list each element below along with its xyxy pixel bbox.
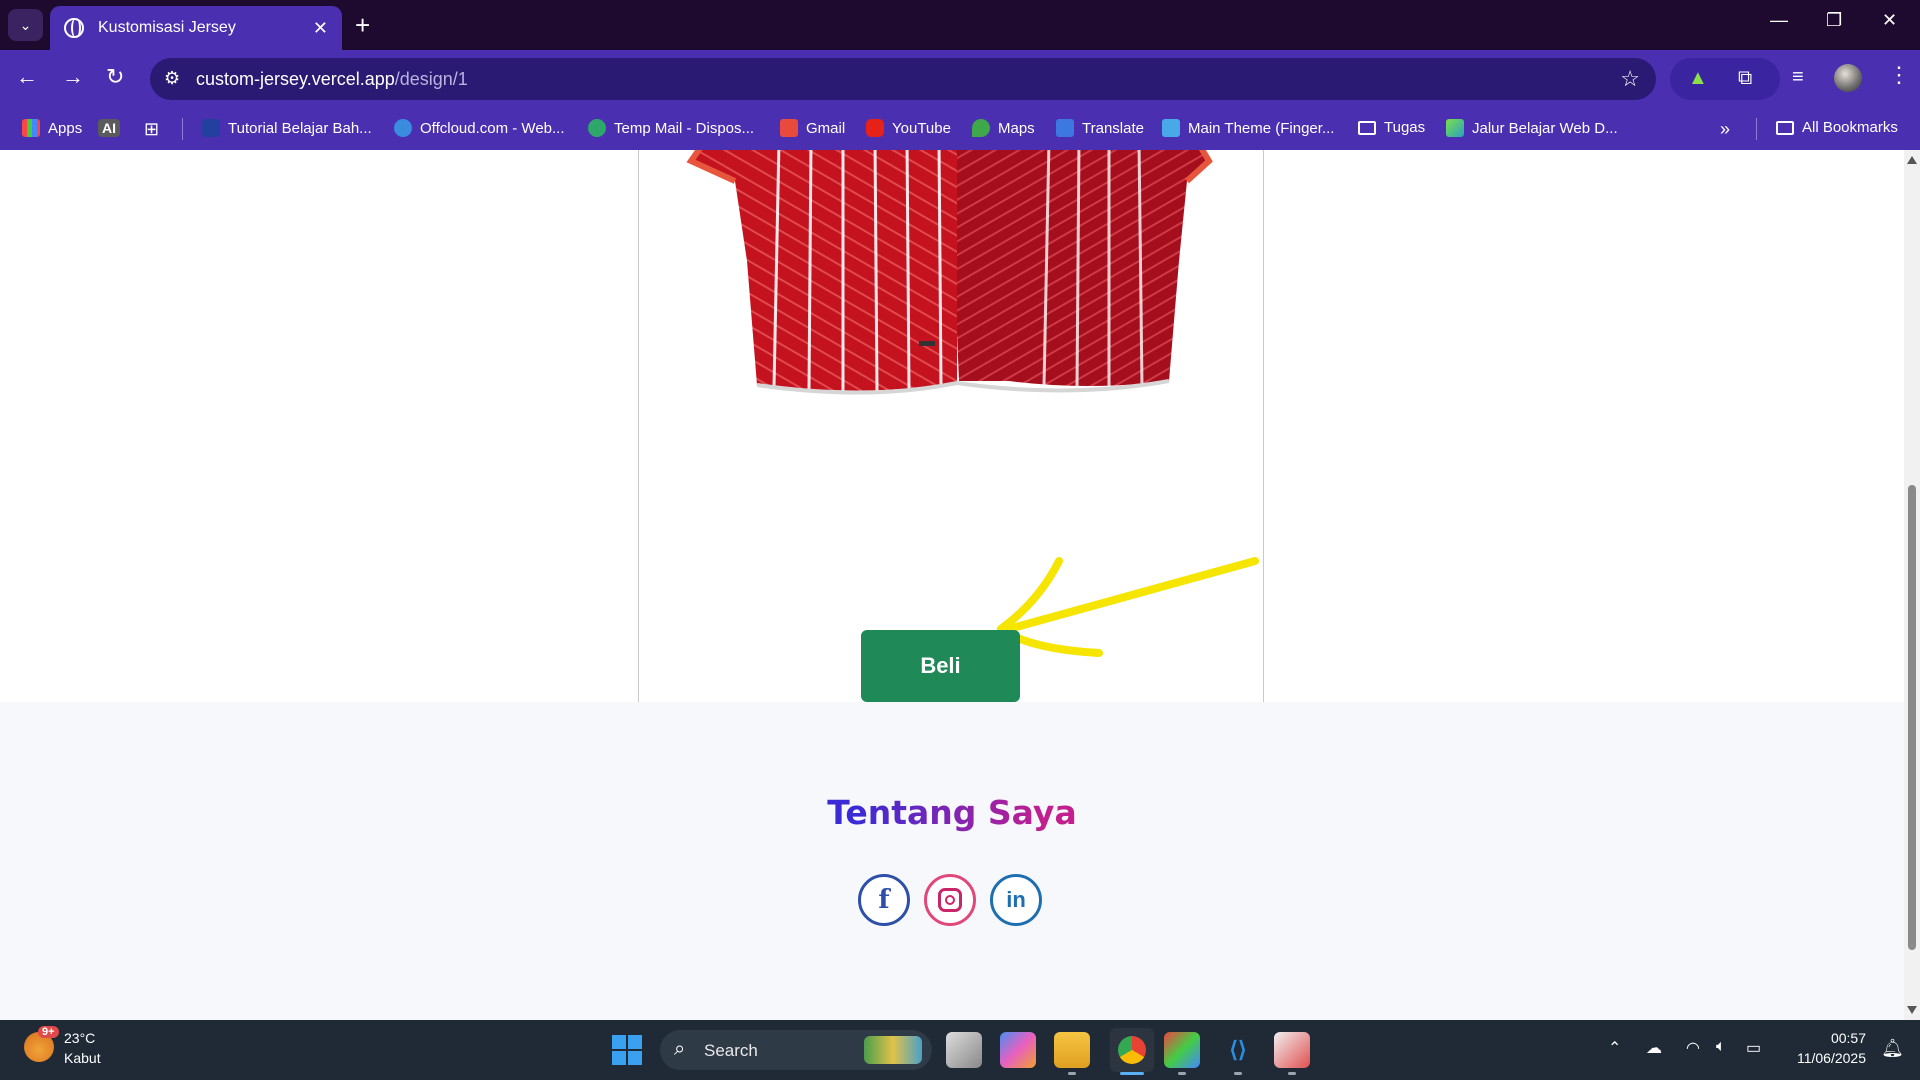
bookmark-tugas[interactable]: Tugas (1358, 119, 1425, 136)
show-hidden-icons[interactable]: ⌃ (1608, 1038, 1621, 1058)
weather-badge: 9+ (38, 1026, 59, 1038)
bookmarks-overflow[interactable]: » (1720, 119, 1730, 140)
reload-button[interactable]: ↻ (106, 64, 124, 90)
tempmail-icon (588, 119, 606, 137)
search-label: Search (704, 1041, 758, 1060)
maps-icon (972, 119, 990, 137)
copilot-icon[interactable] (1000, 1032, 1036, 1068)
restore-button[interactable]: ❐ (1826, 10, 1842, 31)
extensions-group: ▲ ⧉ (1670, 58, 1780, 100)
tab-title: Kustomisasi Jersey (98, 19, 236, 36)
wifi-icon[interactable]: ◠ (1686, 1038, 1700, 1058)
bookmark-gmail[interactable]: Gmail (780, 119, 845, 137)
running-indicator (1068, 1072, 1076, 1075)
scrollbar-thumb[interactable] (1908, 485, 1916, 950)
apps-grid-icon (22, 119, 40, 137)
gmail-icon (780, 119, 798, 137)
notification-bell-icon[interactable]: 🔔︎ (1881, 1038, 1904, 1059)
scroll-up-icon[interactable] (1907, 156, 1917, 164)
onedrive-icon[interactable]: ☁ (1646, 1038, 1662, 1058)
search-highlight-image (864, 1036, 922, 1064)
back-button[interactable]: ← (16, 64, 38, 90)
forward-button[interactable]: → (62, 64, 84, 90)
close-window-button[interactable]: ✕ (1882, 10, 1897, 31)
tab-search-button[interactable]: ⌄ (8, 9, 43, 41)
bookmark-youtube[interactable]: YouTube (866, 119, 951, 137)
footer: Tentang Saya f in (0, 702, 1904, 1020)
running-indicator (1178, 1072, 1186, 1075)
extensions-icon[interactable]: ⧉ (1738, 67, 1752, 90)
translate-icon (1056, 119, 1074, 137)
tab-strip: ⌄ Kustomisasi Jersey ✕ + — ❐ ✕ (0, 0, 1920, 50)
bookmark-tutorial[interactable]: Tutorial Belajar Bah... (202, 119, 372, 137)
minimize-button[interactable]: — (1770, 10, 1788, 31)
bookmark-star-icon[interactable]: ☆ (1620, 66, 1640, 92)
bookmark-jalur-belajar[interactable]: Jalur Belajar Web D... (1446, 119, 1618, 137)
folder-icon (1358, 120, 1376, 135)
media-control-icon[interactable]: ≡ (1792, 66, 1804, 89)
vscode-icon[interactable]: ⟨⟩ (1220, 1032, 1256, 1068)
facebook-icon[interactable]: f (858, 874, 910, 926)
browser-toolbar: ← → ↻ ⚙ custom-jersey.vercel.app/design/… (0, 50, 1920, 108)
bookmark-maps[interactable]: Maps (972, 119, 1035, 137)
address-bar[interactable]: ⚙ custom-jersey.vercel.app/design/1 ☆ (150, 58, 1656, 100)
divider (1756, 118, 1757, 140)
linkedin-icon[interactable]: in (990, 874, 1042, 926)
page-viewport: Beli Tentang Saya f in (0, 150, 1904, 1020)
snipping-tool-icon[interactable] (1274, 1032, 1310, 1068)
weather-description[interactable]: Kabut (64, 1050, 101, 1066)
git-app-icon[interactable] (1164, 1032, 1200, 1068)
site-icon (1446, 119, 1464, 137)
chrome-taskbar-button[interactable] (1110, 1028, 1154, 1072)
menu-kebab-icon[interactable]: ⋮ (1888, 62, 1910, 88)
site-info-icon[interactable]: ⚙ (164, 68, 180, 89)
bookmark-main-theme[interactable]: Main Theme (Finger... (1162, 119, 1334, 137)
running-indicator (1234, 1072, 1242, 1075)
divider (182, 118, 183, 140)
volume-icon[interactable]: 🔈︎ (1716, 1038, 1726, 1056)
url-text[interactable]: custom-jersey.vercel.app/design/1 (196, 69, 468, 90)
bookmark-offcloud[interactable]: Offcloud.com - Web... (394, 119, 565, 137)
taskbar: 9+ 23°C Kabut ⌕ Search ⟨⟩ ⌃ ☁ ◠ 🔈︎ ▭ 00:… (0, 1020, 1920, 1080)
weather-temperature[interactable]: 23°C (64, 1030, 95, 1046)
site-icon (202, 119, 220, 137)
offcloud-icon (394, 119, 412, 137)
bookmark-apps[interactable]: Apps (22, 119, 82, 137)
profile-avatar[interactable] (1834, 64, 1862, 92)
task-view-icon[interactable] (946, 1032, 982, 1068)
page-scrollbar[interactable] (1904, 150, 1920, 1020)
all-bookmarks[interactable]: All Bookmarks (1776, 119, 1898, 136)
new-tab-button[interactable]: + (355, 10, 370, 41)
bookmark-translate[interactable]: Translate (1056, 119, 1144, 137)
tab-active[interactable]: Kustomisasi Jersey ✕ (50, 6, 342, 50)
footer-title: Tentang Saya (0, 793, 1904, 832)
close-tab-icon[interactable]: ✕ (313, 18, 328, 39)
scroll-down-icon[interactable] (1907, 1006, 1917, 1014)
ai-button[interactable]: AI (98, 119, 120, 137)
running-indicator (1288, 1072, 1296, 1075)
clock-date[interactable]: 11/06/2025 (1797, 1050, 1866, 1066)
taskbar-search[interactable]: ⌕ Search (660, 1030, 932, 1070)
tab-groups-icon[interactable]: ⊞ (144, 119, 159, 140)
buy-button[interactable]: Beli (861, 630, 1020, 702)
bookmarks-bar: Apps AI ⊞ Tutorial Belajar Bah... Offclo… (0, 108, 1920, 150)
clock-time[interactable]: 00:57 (1831, 1030, 1866, 1046)
chrome-icon (1118, 1036, 1146, 1064)
active-indicator (1120, 1072, 1144, 1075)
bookmark-tempmail[interactable]: Temp Mail - Dispos... (588, 119, 754, 137)
battery-icon[interactable]: ▭ (1746, 1038, 1761, 1058)
youtube-icon (866, 119, 884, 137)
folder-icon (1776, 120, 1794, 135)
start-button[interactable] (612, 1035, 642, 1065)
search-icon: ⌕ (674, 1038, 686, 1060)
file-explorer-icon[interactable] (1054, 1032, 1090, 1068)
globe-icon (64, 18, 84, 38)
chart-extension-icon[interactable]: ▲ (1688, 67, 1708, 90)
site-icon (1162, 119, 1180, 137)
instagram-icon[interactable] (924, 874, 976, 926)
